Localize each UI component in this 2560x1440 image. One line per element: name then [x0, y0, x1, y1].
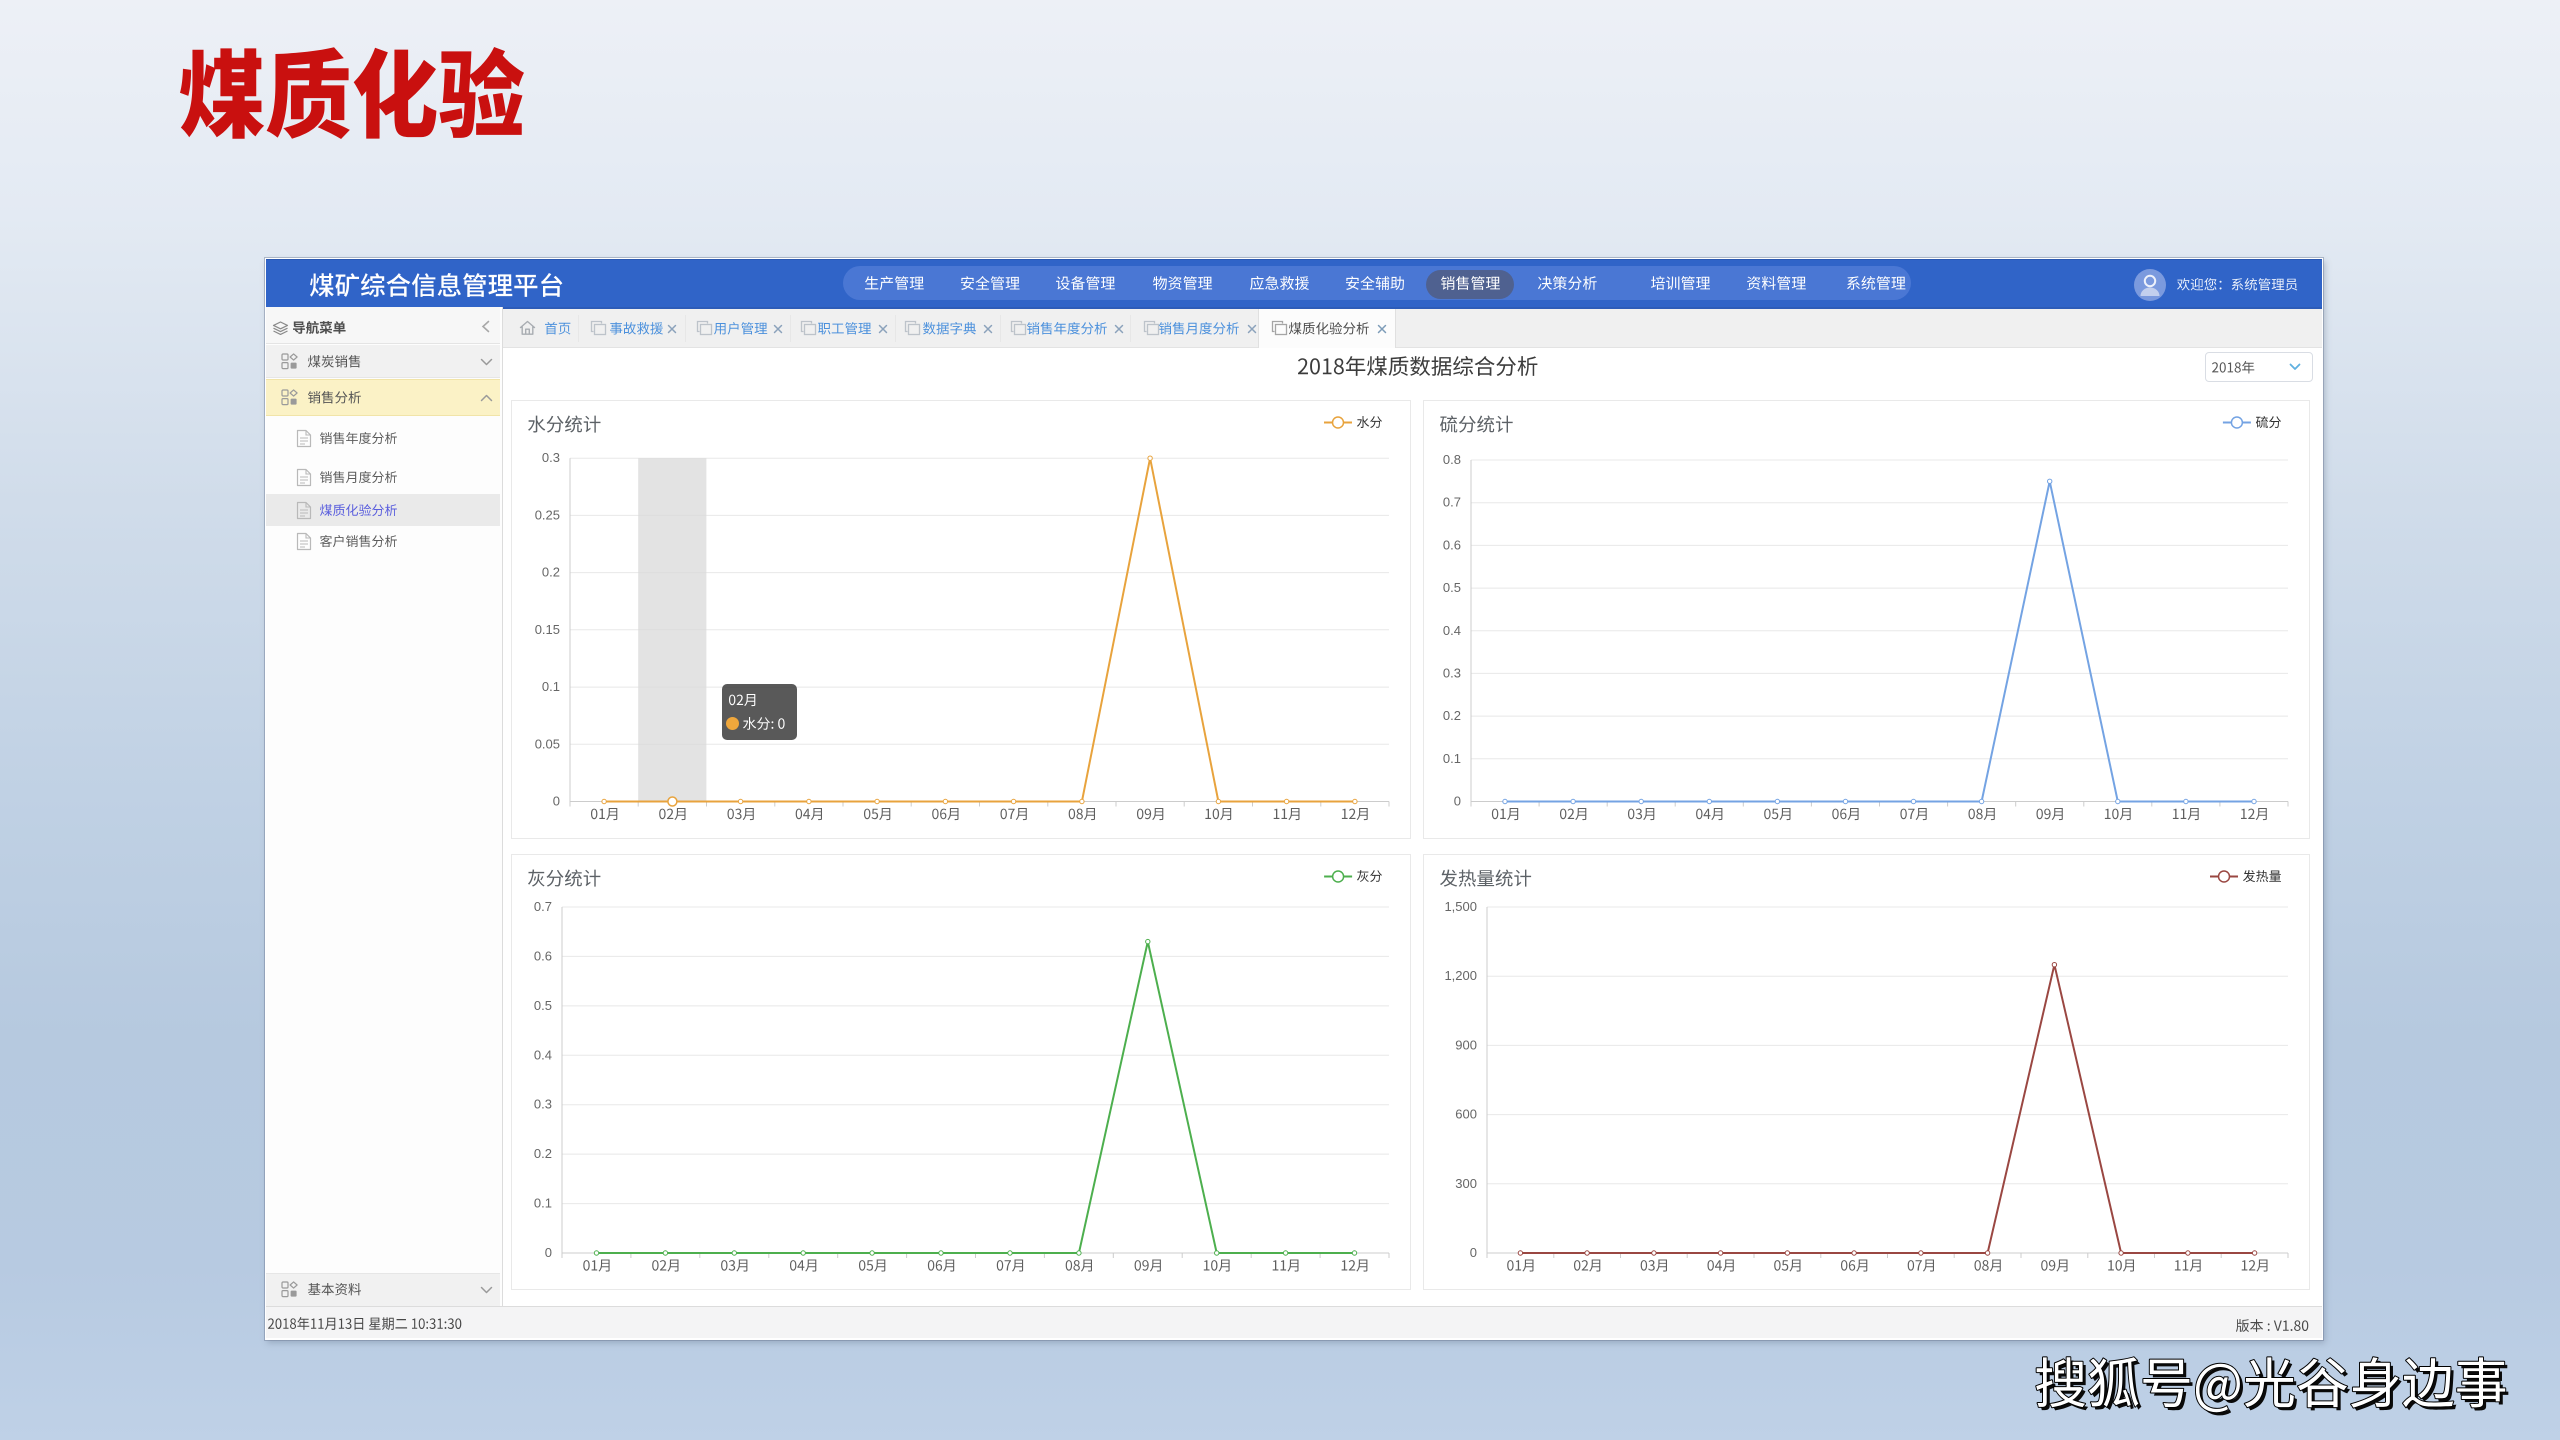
svg-text:0.2: 0.2 [1443, 708, 1461, 723]
svg-text:0.1: 0.1 [534, 1196, 552, 1211]
svg-text:0: 0 [553, 794, 560, 809]
svg-text:0.1: 0.1 [542, 679, 560, 694]
svg-text:1,200: 1,200 [1444, 968, 1477, 983]
svg-text:0.2: 0.2 [542, 565, 560, 580]
svg-text:300: 300 [1455, 1176, 1477, 1191]
svg-text:0.15: 0.15 [535, 622, 560, 637]
svg-text:0.8: 0.8 [1443, 452, 1461, 467]
svg-text:0.3: 0.3 [542, 450, 560, 465]
svg-text:600: 600 [1455, 1107, 1477, 1122]
svg-text:0.3: 0.3 [534, 1097, 552, 1112]
svg-text:0.7: 0.7 [1443, 495, 1461, 510]
svg-text:900: 900 [1455, 1037, 1477, 1052]
svg-text:0.5: 0.5 [1443, 580, 1461, 595]
svg-text:0: 0 [545, 1245, 552, 1260]
svg-text:0.6: 0.6 [1443, 537, 1461, 552]
svg-text:0.3: 0.3 [1443, 665, 1461, 680]
svg-text:0.25: 0.25 [535, 507, 560, 522]
svg-text:0.4: 0.4 [534, 1047, 552, 1062]
svg-text:0.4: 0.4 [1443, 623, 1461, 638]
svg-text:0.5: 0.5 [534, 998, 552, 1013]
svg-text:0.2: 0.2 [534, 1146, 552, 1161]
svg-text:0: 0 [1454, 794, 1461, 809]
svg-text:0.05: 0.05 [535, 736, 560, 751]
svg-text:0: 0 [1470, 1245, 1477, 1260]
svg-text:0.1: 0.1 [1443, 751, 1461, 766]
svg-text:0.7: 0.7 [534, 899, 552, 914]
svg-text:1,500: 1,500 [1444, 899, 1477, 914]
svg-text:0.6: 0.6 [534, 948, 552, 963]
